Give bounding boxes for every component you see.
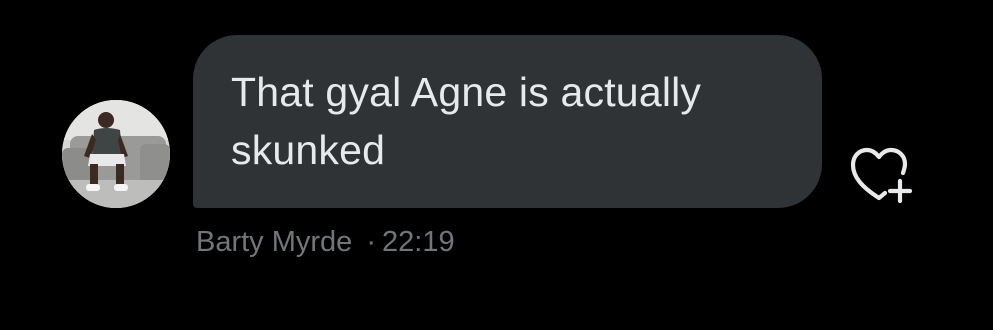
message-bubble[interactable]: That gyal Agne is actually skunked [193,35,822,208]
heart-plus-icon [850,147,913,204]
message-meta: Barty Myrde · 22:19 [196,224,455,260]
sender-name[interactable]: Barty Myrde [196,226,352,258]
meta-separator: · [366,226,376,258]
like-button[interactable] [846,143,916,205]
avatar-photo [62,100,170,208]
avatar[interactable] [62,100,170,208]
dm-message-row: That gyal Agne is actually skunked Barty… [0,0,993,330]
message-text: That gyal Agne is actually skunked [231,69,702,173]
message-timestamp: 22:19 [382,226,455,258]
